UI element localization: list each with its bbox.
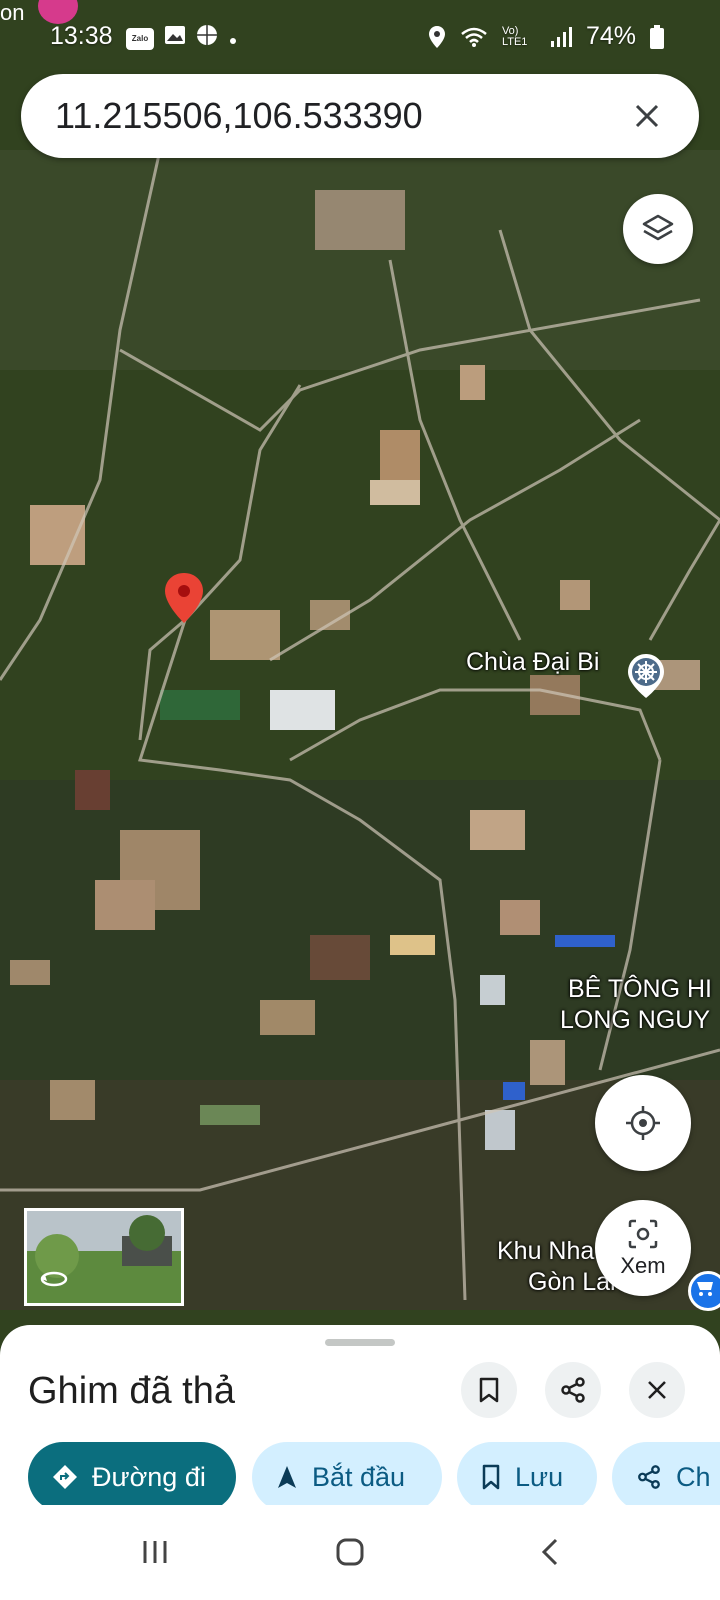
share-icon [561,1377,585,1403]
signal-icon [550,26,572,47]
clipped-status-text: on [0,0,25,25]
dot-icon [228,25,238,53]
wifi-icon [461,27,487,47]
share-button[interactable] [545,1362,601,1418]
bookmark-icon [482,1464,500,1490]
close-icon [635,104,659,128]
company-label-line2[interactable]: LONG NGUY [560,1006,710,1035]
bookmark-icon [479,1377,499,1403]
rotate-360-icon [40,1271,68,1287]
action-chips: Đường đi Bắt đầu Lưu Ch [28,1442,720,1512]
lens-label: Xem [620,1253,666,1278]
save-label: Lưu [515,1461,564,1492]
share-icon [638,1465,660,1489]
notification-icons: Zalo [126,24,238,53]
poi-label[interactable]: Chùa Đại Bi [466,648,599,677]
close-sheet-button[interactable] [629,1362,685,1418]
navigation-arrow-icon [278,1466,296,1488]
crosshair-icon [626,1106,660,1140]
my-location-button[interactable] [595,1075,691,1171]
share-label: Ch [676,1461,711,1492]
home-button[interactable] [320,1527,380,1577]
zalo-icon: Zalo [126,27,154,50]
location-icon [428,25,445,48]
layers-icon [642,214,674,241]
back-button[interactable] [520,1527,580,1577]
image-icon [164,24,186,53]
layers-button[interactable] [623,194,693,264]
street-view-thumbnail[interactable] [24,1208,184,1306]
search-input[interactable]: 11.215506,106.533390 [55,95,617,137]
recent-apps-icon [143,1541,167,1563]
save-chip[interactable]: Lưu [457,1442,597,1512]
network-type: Vo) LTE1 [501,24,528,48]
battery-icon [650,24,664,49]
system-status-icons: Vo) LTE1 74% [428,22,664,51]
system-navigation-bar [0,1505,720,1600]
drag-handle[interactable] [325,1339,395,1346]
battery-percent: 74% [585,22,636,50]
clear-search-button[interactable] [617,86,677,146]
directions-icon [53,1465,77,1489]
back-icon [541,1538,558,1566]
sheet-title: Ghim đã thả [28,1370,235,1412]
street-view-image [27,1211,181,1303]
directions-chip[interactable]: Đường đi [28,1442,236,1512]
shopping-cart-icon[interactable] [688,1271,720,1311]
area-label-line1[interactable]: Khu Nha [497,1237,594,1266]
status-bar: on 13:38 Zalo Vo) LTE1 74% [0,0,720,70]
notification-badge [38,0,78,24]
status-time: 13:38 [50,22,113,50]
company-label-line1[interactable]: BÊ TÔNG HI [568,975,712,1004]
save-bookmark-button[interactable] [461,1362,517,1418]
start-chip[interactable]: Bắt đầu [252,1442,442,1512]
search-bar[interactable]: 11.215506,106.533390 [21,74,699,158]
directions-label: Đường đi [92,1461,206,1492]
start-label: Bắt đầu [312,1461,406,1492]
home-icon [336,1538,364,1566]
camera-search-icon [628,1219,658,1249]
lens-view-button[interactable]: Xem [595,1200,691,1296]
basketball-icon [196,24,218,53]
share-chip[interactable]: Ch [612,1442,720,1512]
close-icon [648,1381,666,1399]
recent-apps-button[interactable] [125,1527,185,1577]
